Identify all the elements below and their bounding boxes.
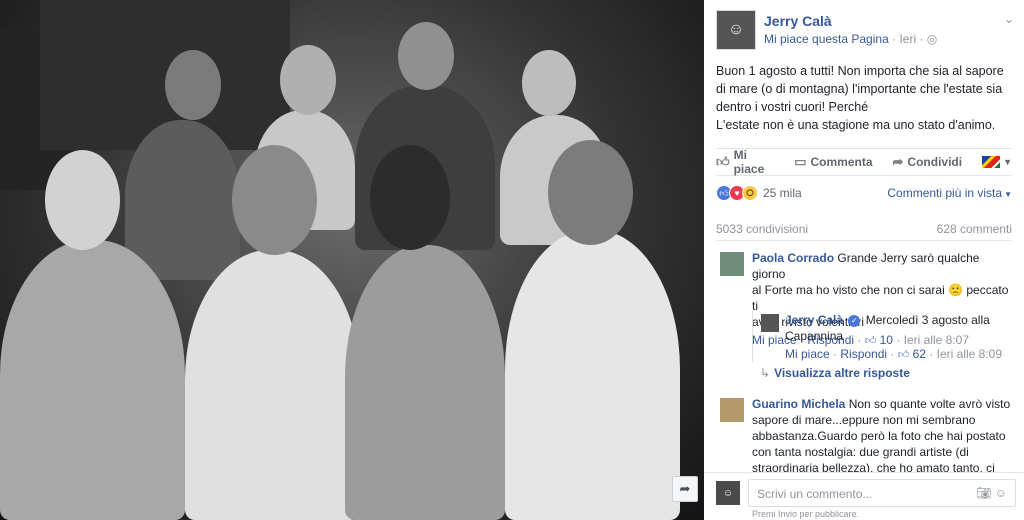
meta-separator: ·	[919, 32, 927, 46]
share-button-label: Condividi	[907, 155, 963, 169]
flag-icon	[982, 156, 1001, 168]
commenter-avatar[interactable]	[720, 398, 744, 422]
author-avatar[interactable]: ☺	[716, 10, 756, 50]
photo-figure	[125, 120, 240, 280]
post-meta: Mi piace questa Pagina · Ieri · ◎	[764, 32, 937, 46]
reactions-row: 👍︎ ♥ ⵔ 25 mila Commenti più in vista ▼	[716, 184, 1012, 202]
post-action-bar: 👍︎ Mi piace ▭ Commenta ➦ Condividi ▼	[716, 148, 1012, 176]
photo-figure-head	[398, 22, 454, 90]
author-name[interactable]: Jerry Calà	[764, 13, 832, 29]
reply-text-line: Mercoledì 3 agosto alla	[865, 313, 990, 327]
composer-hint: Premi Invio per pubblicare.	[752, 509, 860, 519]
like-page-link[interactable]: Mi piace questa Pagina	[764, 32, 889, 46]
reply-likes-count[interactable]: 62	[913, 347, 926, 361]
chevron-down-icon[interactable]: ⌄	[1004, 12, 1014, 26]
photo-figure-head	[280, 45, 336, 115]
post-time[interactable]: Ieri	[899, 32, 916, 46]
photo-figure	[0, 240, 185, 520]
emoji-icon[interactable]: ☺	[995, 486, 1007, 500]
comment-text-line: abbastanza.Guardo però la foto che hai p…	[752, 429, 1006, 443]
composer-icons: 📷︎ ☺	[976, 486, 1007, 500]
reply-like-link[interactable]: Mi piace	[785, 347, 830, 361]
photo-figure	[505, 230, 680, 520]
caret-down-icon: ▼	[1003, 157, 1012, 167]
verified-badge-icon: ✓	[848, 314, 861, 327]
share-arrow-icon: ➦	[892, 154, 904, 169]
post-text-line: Buon 1 agosto a tutti! Non importa che s…	[716, 64, 1004, 78]
comment-text-line: al Forte ma ho visto che non ci sarai 🙁 …	[752, 283, 1009, 313]
current-user-avatar: ☺	[716, 481, 740, 505]
reply-body: Jerry Calà ✓ Mercoledì 3 agosto alla Cap…	[785, 312, 1011, 363]
photo-figure-head	[45, 150, 120, 250]
post-text-line: L'estate non è una stagione ma uno stato…	[716, 118, 996, 132]
photo-figure-head	[548, 140, 633, 245]
comment-input-placeholder: Scrivi un commento...	[757, 487, 873, 501]
comment-sort-label: Commenti più in vista	[887, 186, 1003, 200]
shares-count[interactable]: 5033 condivisioni	[716, 222, 808, 236]
photo-figure	[345, 245, 505, 520]
thumbs-up-icon: 👍︎	[716, 154, 730, 169]
meta-separator: ·	[890, 347, 898, 361]
like-button[interactable]: 👍︎ Mi piace	[716, 148, 774, 176]
photo-figure-head	[165, 50, 221, 120]
camera-icon[interactable]: 📷︎	[976, 486, 991, 500]
photo-figure-head	[370, 145, 450, 250]
post-text: Buon 1 agosto a tutti! Non importa che s…	[716, 62, 1014, 134]
photo-figure-head	[522, 50, 576, 116]
post-side-panel: ☺ Jerry Calà Mi piace questa Pagina · Ie…	[704, 0, 1024, 520]
reply-text-line: Capannina	[785, 329, 844, 343]
post-header: ☺ Jerry Calà Mi piace questa Pagina · Ie…	[716, 10, 1016, 50]
photo-figure-head	[232, 145, 317, 255]
comment-button-label: Commenta	[810, 155, 873, 169]
comment-text-line: sapore di mare...eppure non mi sembrano	[752, 413, 976, 427]
comment-input[interactable]: Scrivi un commento... 📷︎ ☺	[748, 479, 1016, 507]
commenter-name[interactable]: Guarino Michela	[752, 397, 845, 411]
comments-count[interactable]: 628 commenti	[937, 222, 1012, 236]
photo-figure	[185, 250, 360, 520]
view-more-replies-label: Visualizza altre risposte	[774, 366, 910, 380]
post-stats: 5033 condivisioni 628 commenti	[716, 222, 1012, 236]
wow-reaction-icon: ⵔ	[742, 185, 758, 201]
post-text-line: di mare (o di montagna) l'importante che…	[716, 82, 1003, 96]
post-text-line: dentro i vostri cuori! Perché	[716, 100, 869, 114]
divider	[716, 240, 1012, 241]
language-selector[interactable]: ▼	[982, 156, 1012, 168]
commenter-name[interactable]: Paola Corrado	[752, 251, 834, 265]
replier-avatar[interactable]	[761, 314, 779, 332]
speech-bubble-icon: ▭	[794, 154, 807, 169]
reply-text: Jerry Calà ✓ Mercoledì 3 agosto alla Cap…	[785, 312, 1011, 344]
reply-thread: Jerry Calà ✓ Mercoledì 3 agosto alla Cap…	[752, 310, 1014, 362]
reply-arrow-icon: ↳	[760, 366, 771, 380]
reply-time[interactable]: Ieri alle 8:09	[937, 347, 1002, 361]
post-photo[interactable]: ➦	[0, 0, 704, 520]
reply-meta: Mi piace · Rispondi · 👍︎ 62 · Ieri alle …	[785, 346, 1011, 363]
commenter-avatar[interactable]	[720, 252, 744, 276]
reaction-icons[interactable]: 👍︎ ♥ ⵔ	[716, 185, 758, 201]
globe-icon: ◎	[926, 32, 938, 46]
like-button-label: Mi piace	[733, 148, 765, 176]
thumbs-up-icon: 👍︎	[897, 349, 910, 361]
comment-text-line: Non so quante volte avrò visto	[848, 397, 1011, 411]
replier-name[interactable]: Jerry Calà	[785, 313, 843, 327]
comment-text-line: con tanta nostalgia: due grandi artiste …	[752, 445, 969, 459]
comment-composer: ☺ Scrivi un commento... 📷︎ ☺ Premi Invio…	[704, 472, 1024, 520]
caret-down-icon: ▼	[1004, 190, 1012, 199]
meta-separator: ·	[929, 347, 937, 361]
photo-share-button[interactable]: ➦	[672, 476, 698, 502]
comment-sort-dropdown[interactable]: Commenti più in vista ▼	[887, 186, 1012, 200]
comment-button[interactable]: ▭ Commenta	[794, 154, 872, 170]
reply-reply-link[interactable]: Rispondi	[840, 347, 887, 361]
view-more-replies-link[interactable]: ↳ Visualizza altre risposte	[760, 366, 910, 380]
share-arrow-icon: ➦	[679, 481, 691, 496]
reaction-count[interactable]: 25 mila	[763, 186, 802, 200]
share-button[interactable]: ➦ Condividi	[893, 154, 963, 170]
